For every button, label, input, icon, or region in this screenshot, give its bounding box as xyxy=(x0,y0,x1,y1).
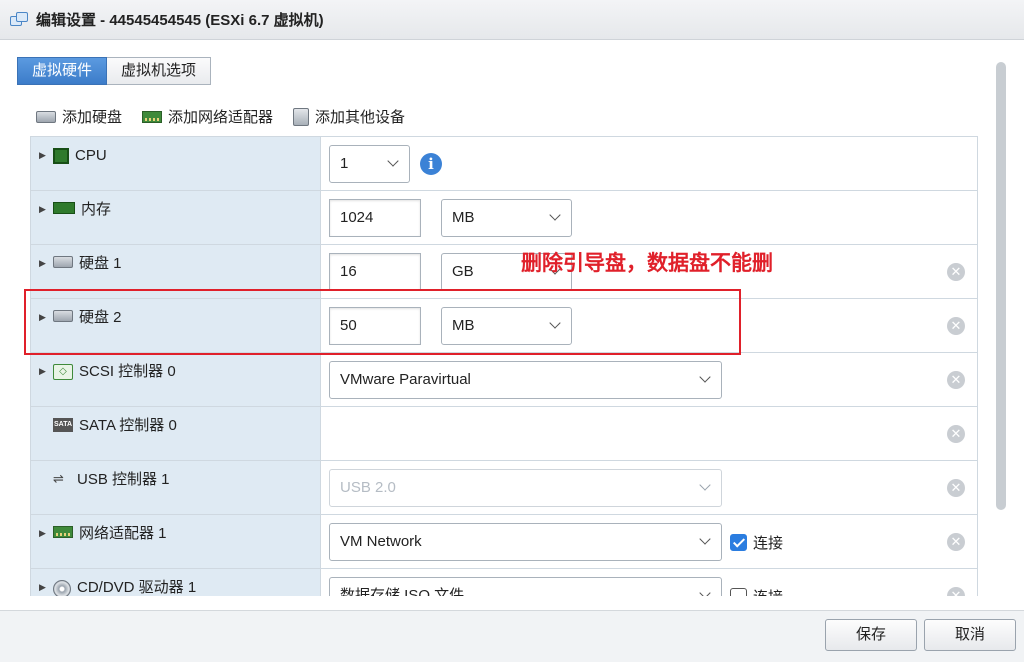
disk-1-unit: GB xyxy=(452,263,474,280)
usb-type-select: USB 2.0 xyxy=(329,469,722,507)
row-label: ▶ 内存 xyxy=(31,191,321,244)
checkbox-unchecked-icon xyxy=(730,588,747,596)
scsi-type-value: VMware Paravirtual xyxy=(340,371,471,388)
usb-type-value: USB 2.0 xyxy=(340,479,396,496)
chevron-down-icon xyxy=(387,155,399,167)
add-disk-label: 添加硬盘 xyxy=(62,109,123,126)
vertical-scrollbar[interactable] xyxy=(996,62,1006,510)
memory-unit-select[interactable]: MB xyxy=(441,199,572,237)
dialog-footer: 保存 取消 xyxy=(0,610,1024,662)
chevron-down-icon xyxy=(699,479,711,491)
checkbox-checked-icon xyxy=(730,534,747,551)
device-icon xyxy=(293,107,310,126)
expand-caret-icon[interactable]: ▶ xyxy=(39,579,53,595)
chevron-down-icon xyxy=(549,209,561,221)
memory-icon xyxy=(53,202,75,214)
annotation-text: 删除引导盘，数据盘不能删 xyxy=(521,252,773,275)
cpu-icon xyxy=(53,148,69,164)
expand-caret-icon[interactable]: ▶ xyxy=(39,201,53,217)
nic-label: 网络适配器 1 xyxy=(79,525,167,542)
hardware-row-network-adapter: ▶ 网络适配器 1 VM Network 连接 ✕ xyxy=(31,515,978,569)
expand-caret-icon[interactable]: ▶ xyxy=(39,255,53,271)
add-nic-button[interactable]: 添加网络适配器 xyxy=(142,106,273,127)
network-adapter-icon xyxy=(142,110,163,123)
usb-label: USB 控制器 1 xyxy=(77,471,170,488)
memory-input[interactable]: 1024 xyxy=(329,199,421,237)
memory-unit: MB xyxy=(452,209,475,226)
hardware-row-cpu: ▶ CPU 1 i xyxy=(31,137,978,191)
remove-nic-icon[interactable]: ✕ xyxy=(947,533,965,551)
cpu-label: CPU xyxy=(75,147,107,164)
scsi-label: SCSI 控制器 0 xyxy=(79,363,176,380)
tab-vm-options[interactable]: 虚拟机选项 xyxy=(107,57,212,85)
cancel-button[interactable]: 取消 xyxy=(924,619,1016,651)
cd-dvd-icon xyxy=(53,580,71,596)
expand-caret-icon[interactable]: ▶ xyxy=(39,147,53,163)
expand-caret-icon[interactable]: ▶ xyxy=(39,525,53,541)
network-adapter-icon xyxy=(53,526,73,538)
chevron-down-icon xyxy=(699,533,711,545)
usb-icon: ⇌ xyxy=(53,471,64,486)
row-label: SATA SATA 控制器 0 xyxy=(31,407,321,460)
remove-cd-icon[interactable]: ✕ xyxy=(947,587,965,596)
disk-icon xyxy=(53,256,73,268)
annotation-highlight-box xyxy=(24,289,741,355)
expand-caret-icon[interactable]: ▶ xyxy=(39,363,53,379)
row-label: ▶ 网络适配器 1 xyxy=(31,515,321,568)
sata-controller-icon: SATA xyxy=(53,418,73,432)
cd-source-value: 数据存储 ISO 文件 xyxy=(340,587,465,596)
nic-connect-checkbox[interactable]: 连接 xyxy=(730,532,783,553)
chevron-down-icon xyxy=(699,587,711,596)
scsi-type-select[interactable]: VMware Paravirtual xyxy=(329,361,722,399)
row-label: ▶ CD/DVD 驱动器 1 xyxy=(31,569,321,596)
hardware-row-scsi: ▶ ◇ SCSI 控制器 0 VMware Paravirtual ✕ xyxy=(31,353,978,407)
save-button[interactable]: 保存 xyxy=(825,619,917,651)
remove-disk-2-icon[interactable]: ✕ xyxy=(947,317,965,335)
hardware-row-cd-dvd: ▶ CD/DVD 驱动器 1 数据存储 ISO 文件 连接 ✕ xyxy=(31,569,978,596)
tab-virtual-hardware[interactable]: 虚拟硬件 xyxy=(17,57,108,85)
cpu-select[interactable]: 1 xyxy=(329,145,410,183)
cd-label: CD/DVD 驱动器 1 xyxy=(77,579,197,596)
chevron-down-icon xyxy=(699,371,711,383)
window-title: 编辑设置 - 44545454545 (ESXi 6.7 虚拟机) xyxy=(36,12,324,29)
nic-connect-label: 连接 xyxy=(753,535,784,552)
tab-bar: 虚拟硬件 虚拟机选项 xyxy=(17,57,212,85)
cd-connect-checkbox[interactable]: 连接 xyxy=(730,586,783,596)
cd-connect-label: 连接 xyxy=(753,586,783,596)
remove-disk-1-icon[interactable]: ✕ xyxy=(947,263,965,281)
remove-sata-icon[interactable]: ✕ xyxy=(947,425,965,443)
cpu-value: 1 xyxy=(340,155,349,172)
network-select[interactable]: VM Network xyxy=(329,523,722,561)
hardware-grid: ▶ CPU 1 i ▶ 内存 1024 MB ▶ 硬盘 1 16 GB ✕ ▶ … xyxy=(30,136,978,596)
hardware-toolbar: 添加硬盘 添加网络适配器 添加其他设备 xyxy=(36,106,405,127)
add-nic-label: 添加网络适配器 xyxy=(168,109,274,126)
hardware-row-memory: ▶ 内存 1024 MB xyxy=(31,191,978,245)
row-label: ▶ ◇ SCSI 控制器 0 xyxy=(31,353,321,406)
remove-usb-icon[interactable]: ✕ xyxy=(947,479,965,497)
row-label: ⇌ USB 控制器 1 xyxy=(31,461,321,514)
remove-scsi-icon[interactable]: ✕ xyxy=(947,371,965,389)
add-disk-button[interactable]: 添加硬盘 xyxy=(36,106,122,127)
hardware-row-usb: ⇌ USB 控制器 1 USB 2.0 ✕ xyxy=(31,461,978,515)
network-value: VM Network xyxy=(340,533,422,550)
add-other-label: 添加其他设备 xyxy=(315,109,406,126)
hardware-row-sata: SATA SATA 控制器 0 ✕ xyxy=(31,407,978,461)
vm-icon xyxy=(10,11,30,28)
scsi-controller-icon: ◇ xyxy=(53,364,73,380)
add-other-device-button[interactable]: 添加其他设备 xyxy=(293,106,405,127)
disk-1-size-input[interactable]: 16 xyxy=(329,253,421,291)
edit-settings-dialog: 编辑设置 - 44545454545 (ESXi 6.7 虚拟机) 虚拟硬件 虚… xyxy=(0,0,1024,662)
title-bar: 编辑设置 - 44545454545 (ESXi 6.7 虚拟机) xyxy=(0,0,1024,40)
info-icon[interactable]: i xyxy=(420,153,442,175)
row-label: ▶ CPU xyxy=(31,137,321,190)
sata-label: SATA 控制器 0 xyxy=(79,417,177,434)
cd-source-select[interactable]: 数据存储 ISO 文件 xyxy=(329,577,722,596)
memory-label: 内存 xyxy=(81,201,112,218)
disk-1-label: 硬盘 1 xyxy=(79,255,122,272)
disk-icon xyxy=(36,110,56,123)
